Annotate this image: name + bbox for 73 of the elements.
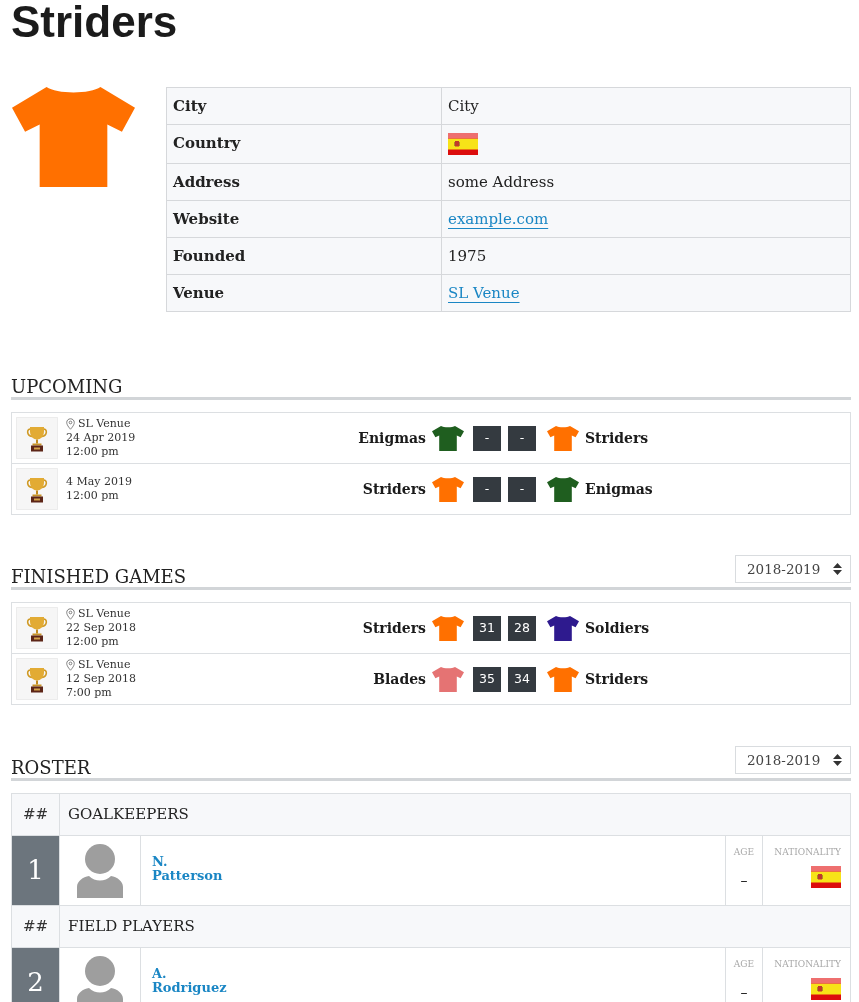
match-score: 35 xyxy=(473,666,501,692)
match-date: 4 May 2019 xyxy=(66,475,133,489)
match-date: 22 Sep 2018 xyxy=(66,621,137,635)
info-label: Country xyxy=(166,124,442,164)
pin-icon xyxy=(66,608,75,620)
season-select[interactable]: 2018-2019 xyxy=(735,555,851,583)
age-label: AGE xyxy=(732,846,756,858)
section-heading: UPCOMING xyxy=(11,376,123,397)
match-venue: SL Venue xyxy=(78,658,131,672)
number-header: ## xyxy=(11,793,60,836)
info-label: Address xyxy=(166,163,442,201)
info-label: City xyxy=(166,87,442,125)
match-score: - xyxy=(508,425,536,451)
spain-flag-icon xyxy=(811,866,841,888)
match-time: 12:00 pm xyxy=(66,635,120,649)
team-name: Striders xyxy=(362,479,426,499)
shirt-icon xyxy=(12,87,135,187)
info-value: City xyxy=(441,87,851,125)
nationality-label: NATIONALITY xyxy=(773,846,841,858)
person-silhouette-icon xyxy=(76,955,124,1002)
match-score: 34 xyxy=(508,666,536,692)
team-name-title: Striders xyxy=(11,0,179,44)
info-label: Website xyxy=(166,200,442,238)
spain-flag-icon xyxy=(448,133,478,155)
info-label: Founded xyxy=(166,237,442,275)
match-time: 12:00 pm xyxy=(66,489,120,503)
match-score: - xyxy=(473,476,501,502)
team-name: Striders xyxy=(362,618,426,638)
team-name: Blades xyxy=(373,669,426,689)
age-value: – xyxy=(739,871,749,890)
spain-flag-icon xyxy=(811,978,841,1000)
person-silhouette-icon xyxy=(76,843,124,898)
team-name: Striders xyxy=(585,428,649,448)
section-heading: ROSTER xyxy=(11,757,91,778)
match-date: 12 Sep 2018 xyxy=(66,672,137,686)
info-link[interactable]: example.com xyxy=(448,210,549,228)
trophy-icon xyxy=(16,607,58,649)
section-heading: FINISHED GAMES xyxy=(11,566,187,587)
updown-caret-icon xyxy=(833,754,842,766)
match-date: 24 Apr 2019 xyxy=(66,431,136,445)
player-name-link[interactable]: A. Rodriguez xyxy=(152,966,227,995)
match-venue: SL Venue xyxy=(78,417,131,431)
age-value: – xyxy=(739,983,749,1002)
info-value: 1975 xyxy=(441,237,851,275)
updown-caret-icon xyxy=(833,563,842,575)
team-name: Enigmas xyxy=(358,428,426,448)
group-heading: GOALKEEPERS xyxy=(59,793,851,836)
match-score: - xyxy=(473,425,501,451)
season-select[interactable]: 2018-2019 xyxy=(735,746,851,774)
match-score: 28 xyxy=(508,615,536,641)
player-number: 1 xyxy=(11,835,60,906)
trophy-icon xyxy=(16,417,58,459)
match-time: 7:00 pm xyxy=(66,686,113,700)
group-heading: FIELD PLAYERS xyxy=(59,905,851,948)
nationality-label: NATIONALITY xyxy=(773,958,841,970)
team-name: Soldiers xyxy=(585,618,650,638)
info-link[interactable]: SL Venue xyxy=(448,284,520,302)
pin-icon xyxy=(66,418,75,430)
number-header: ## xyxy=(11,905,60,948)
trophy-icon xyxy=(16,658,58,700)
match-venue: SL Venue xyxy=(78,607,131,621)
info-value: some Address xyxy=(441,163,851,201)
age-label: AGE xyxy=(732,958,756,970)
team-name: Enigmas xyxy=(585,479,653,499)
pin-icon xyxy=(66,659,75,671)
trophy-icon xyxy=(16,468,58,510)
match-score: - xyxy=(508,476,536,502)
player-name-link[interactable]: N. Patterson xyxy=(152,854,223,883)
team-name: Striders xyxy=(585,669,649,689)
player-number: 2 xyxy=(11,947,60,1002)
match-time: 12:00 pm xyxy=(66,445,120,459)
match-score: 31 xyxy=(473,615,501,641)
info-label: Venue xyxy=(166,274,442,312)
